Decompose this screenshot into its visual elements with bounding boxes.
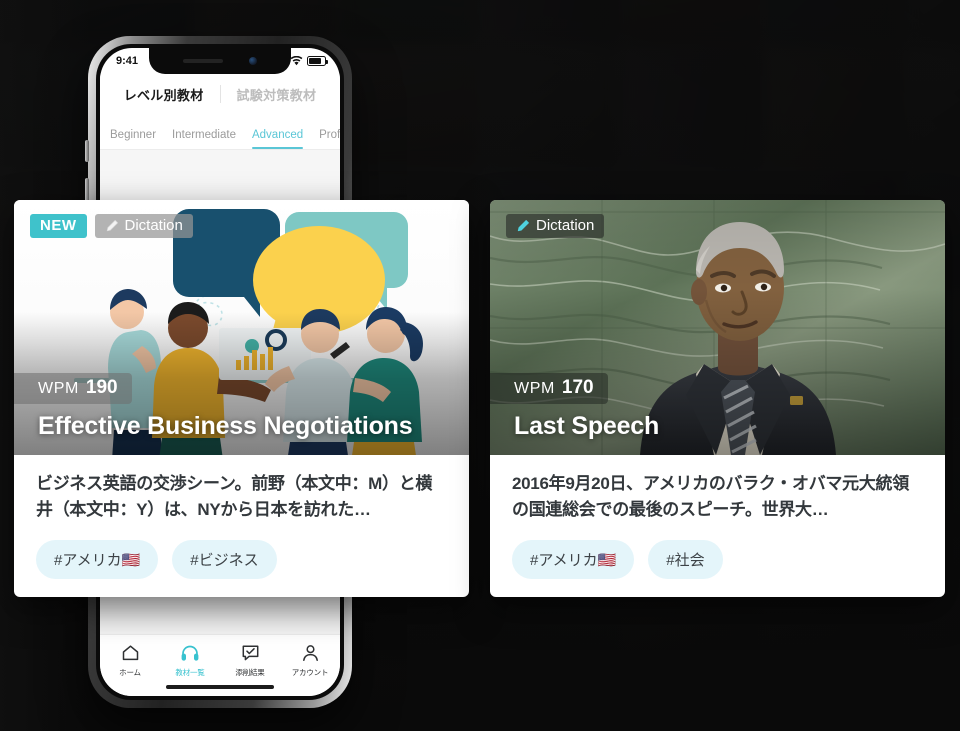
wpm-badge: WPM 170 bbox=[490, 373, 608, 404]
tab-beginner[interactable]: Beginner bbox=[110, 129, 156, 149]
tab-advanced[interactable]: Advanced bbox=[251, 129, 304, 149]
badge-dictation-label: Dictation bbox=[536, 217, 595, 234]
tabbar-item-home[interactable]: ホーム bbox=[100, 642, 160, 678]
segment-exam-materials[interactable]: 試験対策教材 bbox=[221, 85, 333, 104]
home-indicator bbox=[166, 684, 274, 689]
front-camera-icon bbox=[249, 57, 257, 65]
tabbar-item-account[interactable]: アカウント bbox=[280, 642, 340, 678]
badge-dictation: Dictation bbox=[94, 214, 193, 238]
card-tags: #アメリカ🇺🇸 #ビジネス bbox=[36, 540, 447, 579]
badge-new: NEW bbox=[30, 214, 87, 238]
battery-icon bbox=[307, 56, 328, 66]
badge-dictation-label: Dictation bbox=[124, 217, 183, 234]
headphones-icon bbox=[180, 642, 200, 664]
card-title: Last Speech bbox=[514, 412, 660, 440]
wpm-value: 190 bbox=[85, 377, 118, 398]
tag-business[interactable]: #ビジネス bbox=[172, 540, 277, 579]
tabbar-label-materials: 教材一覧 bbox=[175, 668, 205, 677]
material-card-last-speech[interactable]: Dictation WPM 170 Last Speech 2016年9月20日… bbox=[490, 200, 945, 597]
level-tab-bar[interactable]: Beginner Intermediate Advanced Prof bbox=[100, 114, 340, 150]
segment-level-materials[interactable]: レベル別教材 bbox=[108, 85, 220, 104]
card-body: ビジネス英語の交渉シーン。前野（本文中：M）と横井（本文中：Y）は、NYから日本… bbox=[14, 455, 469, 579]
tag-america[interactable]: #アメリカ🇺🇸 bbox=[36, 540, 159, 579]
phone-notch bbox=[149, 48, 291, 74]
card-badges: Dictation bbox=[506, 214, 605, 238]
wifi-icon bbox=[290, 56, 303, 66]
tab-intermediate[interactable]: Intermediate bbox=[172, 129, 236, 149]
segmented-header: レベル別教材 試験対策教材 bbox=[100, 74, 340, 114]
badge-dictation: Dictation bbox=[506, 214, 605, 238]
tabbar-label-corrections: 添削結果 bbox=[235, 668, 265, 677]
tag-america[interactable]: #アメリカ🇺🇸 bbox=[512, 540, 635, 579]
card-media-footer: WPM 170 Last Speech bbox=[490, 373, 945, 455]
phone-mute-switch bbox=[85, 140, 89, 162]
card-body: 2016年9月20日、アメリカのバラク・オバマ元大統領の国連総会での最後のスピー… bbox=[490, 455, 945, 579]
wpm-label: WPM bbox=[514, 380, 555, 397]
tabbar-item-materials[interactable]: 教材一覧 bbox=[160, 642, 220, 678]
card-media-footer: WPM 190 Effective Business Negotiations bbox=[14, 373, 469, 455]
tabbar-item-corrections[interactable]: 添削結果 bbox=[220, 642, 280, 678]
status-time: 9:41 bbox=[116, 55, 139, 67]
card-tags: #アメリカ🇺🇸 #社会 bbox=[512, 540, 923, 579]
tabbar-label-account: アカウント bbox=[291, 668, 329, 677]
tab-proficient[interactable]: Prof bbox=[319, 129, 340, 149]
wpm-badge: WPM 190 bbox=[14, 373, 132, 404]
tag-society[interactable]: #社会 bbox=[648, 540, 723, 579]
wpm-label: WPM bbox=[38, 380, 79, 397]
card-description: ビジネス英語の交渉シーン。前野（本文中：M）と横井（本文中：Y）は、NYから日本… bbox=[36, 474, 433, 519]
card-media: Dictation WPM 170 Last Speech bbox=[490, 200, 945, 455]
pencil-icon bbox=[106, 219, 118, 231]
person-icon bbox=[301, 642, 320, 664]
material-card-effective-business-negotiations[interactable]: NEW Dictation WPM 190 Effective Business… bbox=[14, 200, 469, 597]
tabbar-label-home: ホーム bbox=[119, 668, 141, 677]
wpm-value: 170 bbox=[561, 377, 594, 398]
pencil-icon bbox=[517, 219, 529, 231]
home-icon bbox=[121, 642, 140, 664]
card-description: 2016年9月20日、アメリカのバラク・オバマ元大統領の国連総会での最後のスピー… bbox=[512, 474, 909, 519]
card-badges: NEW Dictation bbox=[30, 214, 193, 238]
check-speech-bubble-icon bbox=[241, 642, 260, 664]
card-title: Effective Business Negotiations bbox=[38, 412, 413, 440]
earpiece-speaker-icon bbox=[183, 59, 223, 63]
card-media: NEW Dictation WPM 190 Effective Business… bbox=[14, 200, 469, 455]
